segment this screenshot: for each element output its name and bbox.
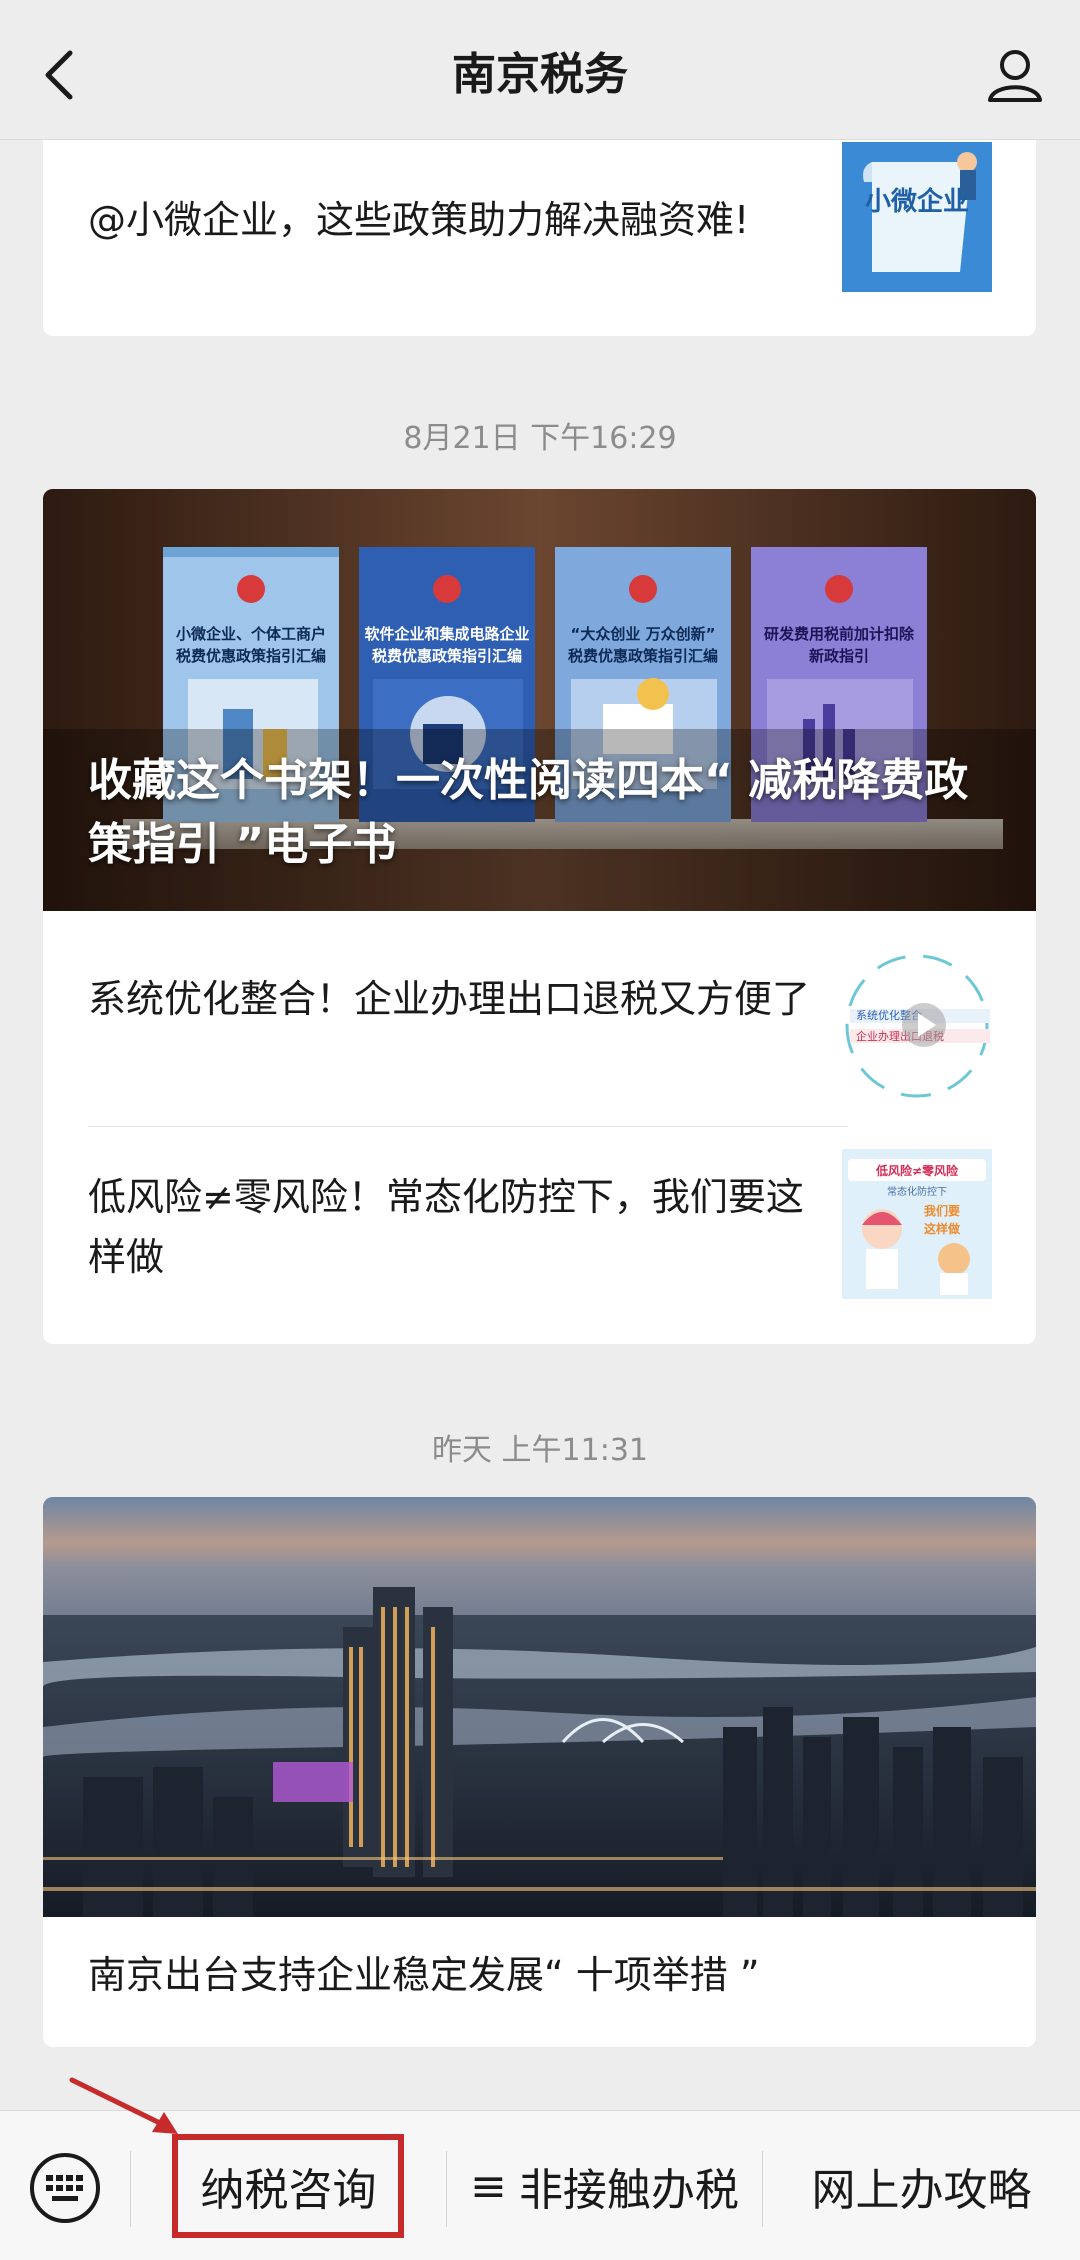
menu-list-icon: ≡	[470, 2160, 507, 2212]
person-icon	[988, 50, 1042, 102]
article-thumbnail[interactable]: 小微企业	[842, 142, 992, 292]
article-thumbnail-image: 小微企业	[842, 142, 992, 292]
svg-text:这样做: 这样做	[924, 1221, 961, 1236]
article-thumbnail-image: 系统优化整合 企业办理出口退税	[842, 951, 992, 1101]
article-title[interactable]: 南京出台支持企业稳定发展“ 十项举措 ”	[88, 1945, 760, 2005]
article-title[interactable]: 系统优化整合！企业办理出口退税又方便了	[88, 969, 828, 1029]
svg-text:“大众创业 万众创新”: “大众创业 万众创新”	[571, 625, 716, 643]
menu-contactless-tax-label: 非接触办税	[518, 2165, 739, 2216]
article-group-card: 小微企业、个体工商户 税费优惠政策指引汇编 软件企业和集成电路企业 税费优惠政策…	[43, 489, 1036, 1344]
svg-text:小微企业、个体工商户: 小微企业、个体工商户	[176, 625, 326, 643]
article-card[interactable]: 南京出台支持企业稳定发展“ 十项举措 ”	[43, 1497, 1036, 2047]
menu-contactless-tax[interactable]: ≡ 非接触办税	[447, 2111, 762, 2260]
svg-text:常态化防控下: 常态化防控下	[887, 1185, 947, 1198]
menu-online-guide[interactable]: 网上办攻略	[763, 2111, 1080, 2260]
cover-title[interactable]: 收藏这个书架！一次性阅读四本“ 减税降费政策指引 ”电子书	[88, 749, 1008, 877]
article-thumbnail[interactable]: 低风险≠零风险 常态化防控下 我们要 这样做	[842, 1149, 992, 1299]
thumb-text: 小微企业	[865, 186, 969, 217]
divider	[88, 1126, 848, 1127]
svg-text:低风险≠零风险: 低风险≠零风险	[875, 1163, 959, 1178]
timestamp: 昨天 上午11:31	[432, 1433, 648, 1468]
svg-text:税费优惠政策指引汇编: 税费优惠政策指引汇编	[372, 647, 522, 665]
article-title[interactable]: @小微企业，这些政策助力解决融资难!	[88, 190, 749, 250]
annotation-arrow-icon	[69, 2077, 178, 2134]
article-thumbnail[interactable]: 系统优化整合 企业办理出口退税	[842, 951, 992, 1101]
svg-text:我们要: 我们要	[924, 1203, 960, 1218]
svg-text:研发费用税前加计扣除: 研发费用税前加计扣除	[764, 625, 915, 643]
svg-text:新政指引: 新政指引	[809, 647, 869, 665]
profile-button[interactable]	[980, 40, 1050, 110]
top-bar: 南京税务	[0, 0, 1080, 140]
svg-text:税费优惠政策指引汇编: 税费优惠政策指引汇编	[568, 647, 718, 665]
svg-text:税费优惠政策指引汇编: 税费优惠政策指引汇编	[176, 647, 326, 665]
highlight-box	[172, 2134, 404, 2238]
svg-text:软件企业和集成电路企业: 软件企业和集成电路企业	[364, 625, 529, 643]
page-title: 南京税务	[452, 49, 628, 100]
cover-banner[interactable]	[43, 1497, 1036, 1917]
cover-banner[interactable]: 小微企业、个体工商户 税费优惠政策指引汇编 软件企业和集成电路企业 税费优惠政策…	[43, 489, 1036, 911]
timestamp: 8月21日 下午16:29	[403, 421, 677, 456]
city-skyline-image	[43, 1497, 1036, 1917]
article-title[interactable]: 低风险≠零风险！常态化防控下，我们要这样做	[88, 1167, 828, 1287]
keyboard-icon	[30, 2153, 100, 2223]
menu-online-guide-label: 网上办攻略	[811, 2165, 1032, 2216]
article-thumbnail-image: 低风险≠零风险 常态化防控下 我们要 这样做	[842, 1149, 992, 1299]
keyboard-toggle-button[interactable]	[28, 2151, 102, 2225]
